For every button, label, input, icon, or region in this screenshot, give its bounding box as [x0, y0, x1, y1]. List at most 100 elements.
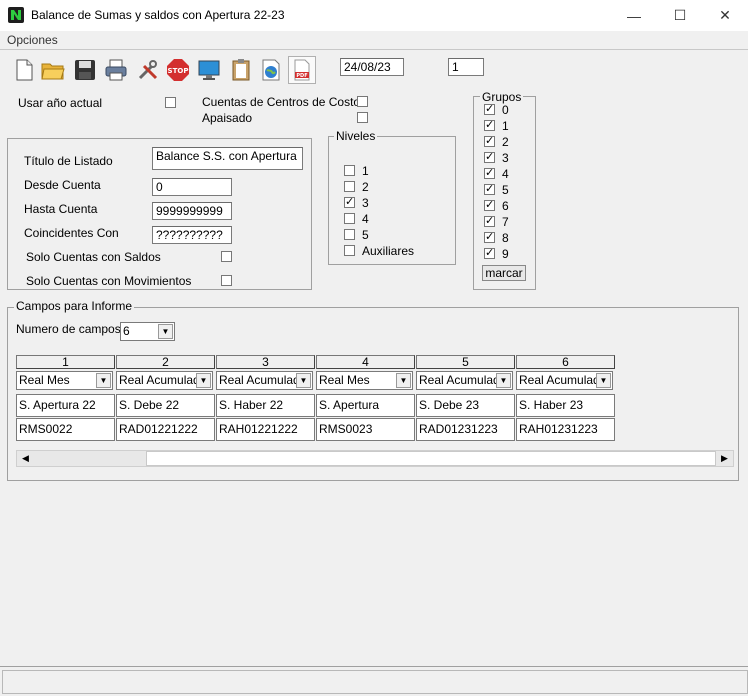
solo-movimientos-checkbox[interactable] [221, 275, 232, 286]
column-type-select[interactable]: Real Acumulado ▼ [416, 371, 513, 390]
nivel-checkbox[interactable] [344, 195, 355, 208]
date-input[interactable]: 24/08/23 [340, 58, 404, 76]
close-button[interactable]: ✕ [702, 0, 748, 31]
numero-campos-label: Numero de campos: [16, 322, 125, 336]
column-label-input[interactable]: S. Debe 23 [416, 394, 515, 417]
column-type-value: Real Acumulado [219, 373, 307, 387]
column-type-value: Real Acumulado [419, 373, 507, 387]
new-document-icon[interactable] [10, 56, 38, 84]
nivel-label: 2 [362, 180, 369, 194]
grupo-label: 4 [502, 167, 509, 181]
grupo-checkbox[interactable] [484, 182, 495, 195]
copies-input[interactable]: 1 [448, 58, 484, 76]
column-header: 1 [16, 355, 115, 369]
column-code-input[interactable]: RAH01221222 [216, 418, 315, 441]
scroll-right-icon[interactable]: ▶ [716, 451, 733, 466]
solo-saldos-checkbox[interactable] [221, 251, 232, 262]
column-label-input[interactable]: S. Apertura [316, 394, 415, 417]
column-label-input[interactable]: S. Haber 23 [516, 394, 615, 417]
numero-campos-value: 6 [123, 324, 130, 338]
column-header: 3 [216, 355, 315, 369]
globe-icon[interactable] [257, 56, 285, 84]
nivel-checkbox[interactable] [344, 181, 355, 192]
column-code-input[interactable]: RAD01221222 [116, 418, 215, 441]
column-type-value: Real Acumulado [119, 373, 207, 387]
grupo-label: 0 [502, 103, 509, 117]
nivel-checkbox[interactable] [344, 229, 355, 240]
column-type-select[interactable]: Real Acumulado ▼ [116, 371, 213, 390]
apaisado-label: Apaisado [202, 111, 253, 125]
grupo-checkbox[interactable] [484, 198, 495, 211]
chevron-down-icon[interactable]: ▼ [158, 324, 173, 339]
hasta-cuenta-input[interactable]: 9999999999 [152, 202, 232, 220]
pdf-icon[interactable]: PDF [288, 56, 316, 84]
desde-cuenta-input[interactable]: 0 [152, 178, 232, 196]
marcar-button[interactable]: marcar [482, 265, 526, 281]
cuentas-centros-costo-checkbox[interactable] [357, 96, 368, 107]
grupo-checkbox[interactable] [484, 134, 495, 147]
nivel-label: 3 [362, 196, 369, 210]
grupo-checkbox[interactable] [484, 214, 495, 227]
column-label-input[interactable]: S. Debe 22 [116, 394, 215, 417]
grupo-checkbox[interactable] [484, 150, 495, 163]
menu-bar [0, 31, 748, 50]
grupo-label: 7 [502, 215, 509, 229]
nivel-checkbox[interactable] [344, 245, 355, 256]
column-type-select[interactable]: Real Acumulado ▼ [216, 371, 313, 390]
column-header: 5 [416, 355, 515, 369]
coincidentes-input[interactable]: ?????????? [152, 226, 232, 244]
column-type-value: Real Mes [319, 373, 370, 387]
scroll-left-icon[interactable]: ◀ [17, 451, 34, 466]
column-type-select[interactable]: Real Mes ▼ [16, 371, 113, 390]
svg-text:STOP: STOP [168, 67, 189, 75]
hasta-cuenta-label: Hasta Cuenta [24, 202, 98, 216]
tools-icon[interactable] [134, 56, 162, 84]
clipboard-icon[interactable] [227, 56, 255, 84]
minimize-button[interactable]: — [611, 0, 657, 31]
scrollbar-thumb[interactable] [146, 451, 716, 466]
stop-icon[interactable]: STOP [164, 56, 192, 84]
monitor-icon[interactable] [195, 56, 223, 84]
solo-saldos-label: Solo Cuentas con Saldos [26, 250, 161, 264]
open-folder-icon[interactable] [39, 56, 67, 84]
nivel-label: Auxiliares [362, 244, 415, 258]
grupo-checkbox[interactable] [484, 246, 495, 259]
column-code-input[interactable]: RMS0023 [316, 418, 415, 441]
grupo-label: 3 [502, 151, 509, 165]
grupo-checkbox[interactable] [484, 102, 495, 115]
chevron-down-icon[interactable]: ▼ [196, 373, 211, 388]
chevron-down-icon[interactable]: ▼ [396, 373, 411, 388]
desde-cuenta-label: Desde Cuenta [24, 178, 101, 192]
column-code-input[interactable]: RAD01231223 [416, 418, 515, 441]
chevron-down-icon[interactable]: ▼ [296, 373, 311, 388]
usar-anio-actual-checkbox[interactable] [165, 97, 176, 108]
svg-text:PDF: PDF [296, 73, 307, 79]
chevron-down-icon[interactable]: ▼ [96, 373, 111, 388]
window-title: Balance de Sumas y saldos con Apertura 2… [31, 8, 285, 22]
grupo-label: 5 [502, 183, 509, 197]
nivel-label: 5 [362, 228, 369, 242]
nivel-checkbox[interactable] [344, 165, 355, 176]
grupo-label: 6 [502, 199, 509, 213]
column-type-select[interactable]: Real Acumulado ▼ [516, 371, 613, 390]
grupo-checkbox[interactable] [484, 118, 495, 131]
column-label-input[interactable]: S. Apertura 22 [16, 394, 115, 417]
column-code-input[interactable]: RAH01231223 [516, 418, 615, 441]
save-icon[interactable] [71, 56, 99, 84]
nivel-checkbox[interactable] [344, 213, 355, 224]
menu-opciones[interactable]: Opciones [7, 33, 58, 47]
numero-campos-select[interactable]: 6 ▼ [120, 322, 175, 341]
chevron-down-icon[interactable]: ▼ [596, 373, 611, 388]
print-icon[interactable] [102, 56, 130, 84]
grupo-checkbox[interactable] [484, 166, 495, 179]
apaisado-checkbox[interactable] [357, 112, 368, 123]
titulo-listado-input[interactable]: Balance S.S. con Apertura [152, 147, 303, 170]
column-label-input[interactable]: S. Haber 22 [216, 394, 315, 417]
column-header: 4 [316, 355, 415, 369]
cuentas-centros-costo-label: Cuentas de Centros de Costo [202, 95, 361, 109]
column-type-select[interactable]: Real Mes ▼ [316, 371, 413, 390]
chevron-down-icon[interactable]: ▼ [496, 373, 511, 388]
grupo-checkbox[interactable] [484, 230, 495, 243]
column-code-input[interactable]: RMS0022 [16, 418, 115, 441]
maximize-button[interactable]: ☐ [657, 0, 703, 31]
